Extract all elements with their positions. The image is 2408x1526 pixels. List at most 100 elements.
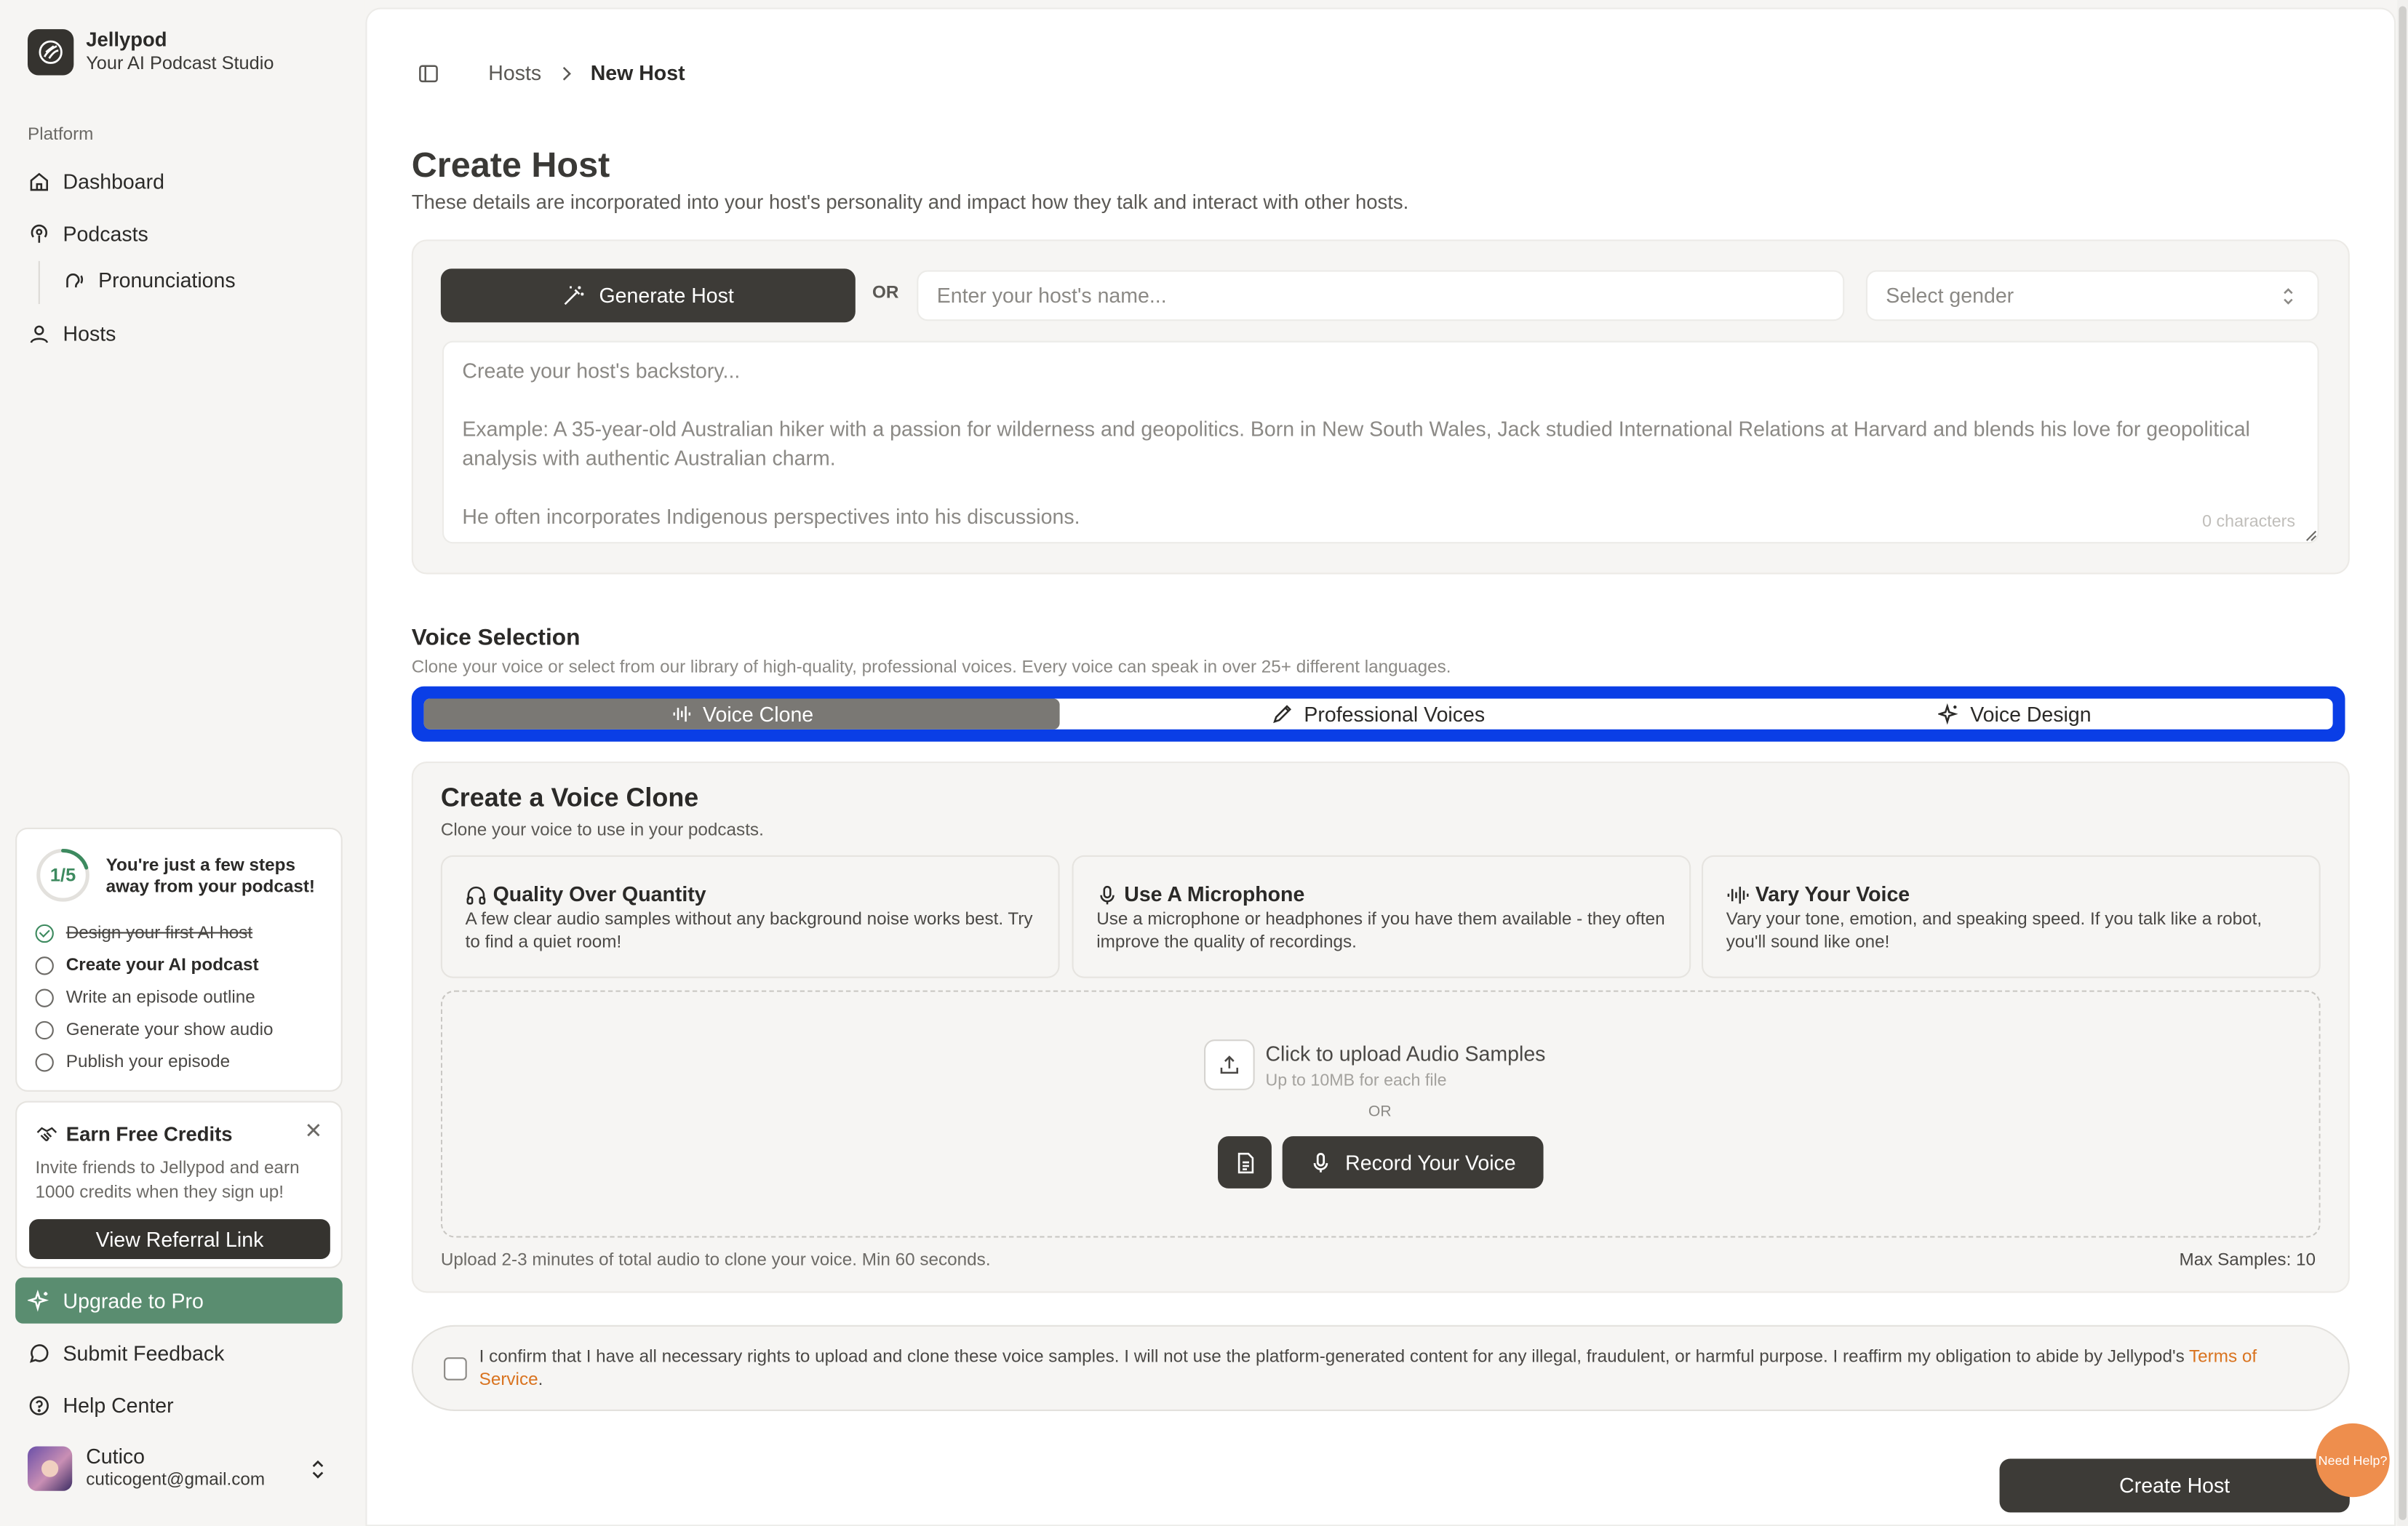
sparkle-icon [27,1289,49,1311]
credits-text: Invite friends to Jellypod and earn 1000… [35,1159,300,1202]
microphone-icon [1313,1151,1328,1172]
headphones-icon [466,885,486,904]
step-item[interactable]: Write an episode outline [35,988,255,1007]
tip-title: Quality Over Quantity [493,882,706,906]
voice-clone-title: Create a Voice Clone [440,783,699,812]
page-description: These details are incorporated into your… [411,190,1409,214]
tip-body: Vary your tone, emotion, and speaking sp… [1726,910,2263,952]
need-help-bubble[interactable]: Need Help? [2316,1423,2390,1498]
step-item[interactable]: Design your first AI host [35,924,253,943]
check-circle-icon [35,924,54,943]
close-icon[interactable]: ✕ [305,1118,323,1144]
voice-clone-description: Clone your voice to use in your podcasts… [440,821,764,840]
steps-title: You're just a few steps away from your p… [105,856,316,897]
chat-bubble-icon [29,1343,49,1362]
backstory-placeholder-line: He often incorporates Indigenous perspec… [462,505,1080,529]
upload-icon[interactable] [1204,1039,1255,1090]
onboarding-steps-card: 1/5 You're just a few steps away from yo… [15,827,343,1092]
nav-section-label: Platform [27,126,94,145]
tip-body: Use a microphone or headphones if you ha… [1096,910,1665,952]
sidebar-item-pronunciations[interactable]: Pronunciations [63,264,236,295]
backstory-placeholder-line: Example: A 35-year-old Australian hiker … [462,418,2250,470]
tab-professional-voices[interactable]: Professional Voices [1060,699,1697,730]
sidebar-item-hosts[interactable]: Hosts [28,318,116,348]
tip-title: Use A Microphone [1124,882,1305,906]
resize-handle-icon[interactable] [2304,528,2318,542]
sparkles-icon [1937,703,1958,725]
step-label: Design your first AI host [65,924,253,943]
tab-voice-design[interactable]: Voice Design [1697,699,2333,730]
breadcrumb: Hosts New Host [418,61,685,84]
sidebar-item-dashboard[interactable]: Dashboard [28,166,164,196]
record-your-voice-button[interactable]: Record Your Voice [1282,1136,1544,1189]
help-center-link[interactable]: Help Center [28,1389,174,1420]
sidebar-item-label: Pronunciations [98,268,236,292]
generate-host-button[interactable]: Generate Host [440,268,856,323]
max-samples-label: Max Samples: 10 [2179,1251,2316,1270]
waveform-icon [1727,886,1749,903]
step-label: Generate your show audio [65,1020,274,1040]
nav-sub-divider [38,260,40,304]
voice-selection-description: Clone your voice or select from our libr… [411,658,1451,677]
step-label: Create your AI podcast [65,956,259,975]
tab-voice-clone[interactable]: Voice Clone [423,698,1061,730]
sidebar: Jellypod Your AI Podcast Studio Platform… [0,0,364,1526]
document-icon [1237,1151,1253,1173]
scrollbar-thumb[interactable] [2399,6,2407,1520]
user-name: Cutico [86,1445,145,1469]
gender-select[interactable]: Select gender [1865,270,2319,321]
view-referral-link-button[interactable]: View Referral Link [29,1219,330,1260]
earn-credits-card: Earn Free Credits ✕ Invite friends to Je… [15,1100,343,1269]
progress-label: 1/5 [49,864,76,887]
chevron-up-down-icon[interactable] [308,1458,327,1480]
consent-text: I confirm that I have all necessary righ… [479,1348,2257,1390]
waveform-icon [672,706,690,722]
step-label: Write an episode outline [65,988,255,1007]
backstory-textarea[interactable]: Create your host's backstory... Example:… [442,340,2319,544]
podcast-icon [31,223,47,242]
step-item[interactable]: Generate your show audio [35,1020,274,1040]
consent-checkbox[interactable] [444,1357,467,1381]
brand-name: Jellypod [86,27,167,51]
breadcrumb-parent[interactable]: Hosts [488,61,541,84]
circle-icon [35,1020,54,1040]
step-label: Publish your episode [65,1053,231,1072]
sidebar-item-podcasts[interactable]: Podcasts [28,218,148,249]
pen-icon [1273,705,1292,724]
submit-feedback-link[interactable]: Submit Feedback [28,1338,224,1368]
upgrade-to-pro-button[interactable]: Upgrade to Pro [15,1277,343,1324]
tip-card: Vary Your Voice Vary your tone, emotion,… [1701,855,2321,978]
host-name-input[interactable] [917,270,1845,321]
circle-icon [35,956,54,975]
circle-icon [35,988,54,1007]
jellypod-logo-icon [27,28,74,75]
help-circle-icon [29,1395,49,1415]
user-icon [30,324,48,343]
step-item[interactable]: Publish your episode [35,1053,231,1072]
circle-icon [35,1053,54,1072]
home-icon [30,172,49,191]
voice-tabs: Voice Clone Professional Voices Voice De… [411,686,2345,742]
brand[interactable]: Jellypod Your AI Podcast Studio [27,27,274,75]
chevron-right-icon [562,65,570,80]
sidebar-toggle-icon[interactable] [418,62,439,84]
character-count: 0 characters [2202,513,2295,532]
tip-card: Use A Microphone Use a microphone or hea… [1072,855,1691,978]
chevron-up-down-icon [2284,288,2293,305]
user-menu[interactable]: Cutico cuticogent@gmail.com [27,1445,266,1492]
user-email: cuticogent@gmail.com [86,1471,266,1490]
handshake-icon [36,1127,57,1141]
or-divider-label: OR [872,284,899,303]
create-host-button[interactable]: Create Host [1999,1458,2350,1513]
voice-selection-title: Voice Selection [411,625,581,652]
upload-or-label: OR [1368,1103,1392,1122]
tip-card: Quality Over Quantity A few clear audio … [440,855,1060,978]
step-item[interactable]: Create your AI podcast [35,956,259,975]
microphone-icon [1100,884,1115,904]
sidebar-item-label: Podcasts [63,222,148,245]
page-title: Create Host [411,144,610,185]
progress-ring: 1/5 [36,847,91,903]
avatar [27,1446,73,1491]
script-document-button[interactable] [1218,1136,1272,1189]
upload-title[interactable]: Click to upload Audio Samples [1265,1042,1545,1066]
